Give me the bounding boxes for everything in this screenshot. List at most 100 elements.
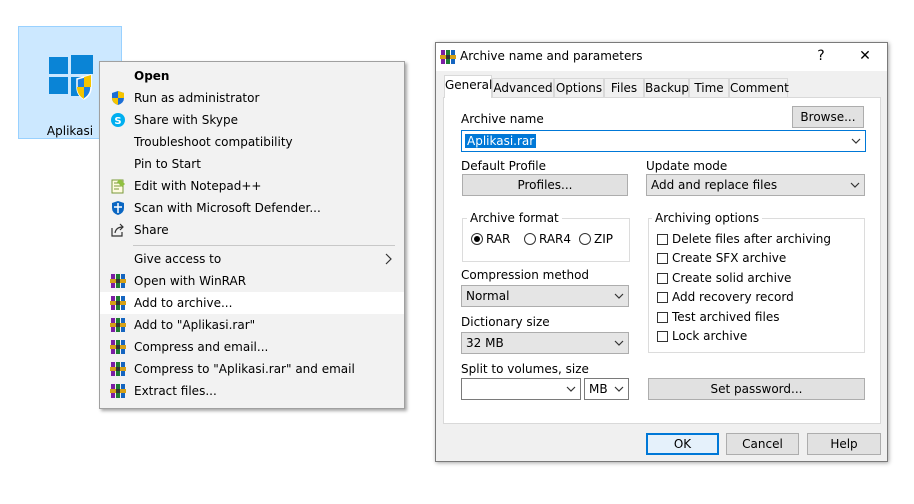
chevron-down-icon xyxy=(566,386,576,392)
split-volumes-label: Split to volumes, size xyxy=(461,362,589,376)
menu-item-edit-with-notepad-plus-plus[interactable]: Edit with Notepad++ xyxy=(100,175,404,197)
dictionary-size-select[interactable]: 32 MB xyxy=(461,332,629,354)
format-zip-label: ZIP xyxy=(594,232,613,246)
format-rar4-radio[interactable] xyxy=(524,233,536,245)
menu-item-label: Add to "Aplikasi.rar" xyxy=(134,318,256,332)
lock-archive-label: Lock archive xyxy=(672,329,748,343)
menu-item-label: Troubleshoot compatibility xyxy=(134,135,293,149)
archive-name-combo[interactable]: Aplikasi.rar xyxy=(461,130,866,152)
dictionary-size-label: Dictionary size xyxy=(461,315,550,329)
default-profile-label: Default Profile xyxy=(461,159,546,173)
help-title-button[interactable]: ? xyxy=(810,46,832,66)
tab-backup[interactable]: Backup xyxy=(644,78,689,97)
menu-item-extract-files[interactable]: Extract files... xyxy=(100,380,404,402)
format-rar4-label: RAR4 xyxy=(539,232,572,246)
compression-method-label: Compression method xyxy=(461,268,590,282)
menu-item-label: Compress to "Aplikasi.rar" and email xyxy=(134,362,355,376)
winrar-icon xyxy=(110,274,126,288)
archiving-options-label: Archiving options xyxy=(652,211,763,225)
defender-icon xyxy=(112,201,124,215)
menu-item-label: Edit with Notepad++ xyxy=(134,179,262,193)
compression-method-select[interactable]: Normal xyxy=(461,285,629,307)
menu-item-label: Scan with Microsoft Defender... xyxy=(134,201,321,215)
menu-item-give-access-to[interactable]: Give access to xyxy=(100,248,404,270)
recovery-record-checkbox[interactable] xyxy=(657,292,668,303)
cancel-button[interactable]: Cancel xyxy=(726,433,799,455)
tab-time[interactable]: Time xyxy=(689,78,729,97)
menu-item-add-to-aplikasi-rar[interactable]: Add to "Aplikasi.rar" xyxy=(100,314,404,336)
split-volumes-size-combo[interactable] xyxy=(461,378,581,400)
help-button[interactable]: Help xyxy=(807,433,881,455)
winrar-icon xyxy=(110,318,126,332)
menu-item-scan-with-defender[interactable]: Scan with Microsoft Defender... xyxy=(100,197,404,219)
menu-item-open-with-winrar[interactable]: Open with WinRAR xyxy=(100,270,404,292)
lock-archive-checkbox[interactable] xyxy=(657,331,668,342)
menu-item-share[interactable]: Share xyxy=(100,219,404,241)
tab-options[interactable]: Options xyxy=(554,78,604,97)
delete-files-checkbox[interactable] xyxy=(657,234,668,245)
archive-name-label: Archive name xyxy=(461,112,544,126)
menu-item-compress-and-email[interactable]: Compress and email... xyxy=(100,336,404,358)
notepad-plus-plus-icon xyxy=(111,179,125,194)
menu-item-troubleshoot-compatibility[interactable]: Troubleshoot compatibility xyxy=(100,131,404,153)
menu-item-run-as-administrator[interactable]: Run as administrator xyxy=(100,87,404,109)
menu-item-pin-to-start[interactable]: Pin to Start xyxy=(100,153,404,175)
test-files-label: Test archived files xyxy=(672,310,780,324)
menu-item-label: Compress and email... xyxy=(134,340,269,354)
winrar-icon xyxy=(110,340,126,354)
chevron-down-icon xyxy=(614,340,624,346)
compression-method-value: Normal xyxy=(466,289,510,303)
create-solid-checkbox[interactable] xyxy=(657,273,668,284)
archive-format-label: Archive format xyxy=(467,211,562,225)
tab-files[interactable]: Files xyxy=(604,78,644,97)
winrar-icon xyxy=(110,362,126,376)
menu-item-label: Run as administrator xyxy=(134,91,260,105)
context-menu: Open Run as administrator S Share with S… xyxy=(99,61,405,409)
winrar-icon xyxy=(440,50,456,64)
split-unit-value: MB xyxy=(589,382,608,396)
uac-shield-icon xyxy=(112,91,124,105)
test-files-checkbox[interactable] xyxy=(657,312,668,323)
dialog-title: Archive name and parameters xyxy=(460,49,643,63)
format-rar-label: RAR xyxy=(486,232,511,246)
chevron-down-icon xyxy=(614,293,624,299)
menu-item-label: Share xyxy=(134,223,169,237)
delete-files-label: Delete files after archiving xyxy=(672,232,832,246)
update-mode-select[interactable]: Add and replace files xyxy=(646,174,865,196)
windows-shield-icon xyxy=(49,55,93,100)
set-password-button[interactable]: Set password... xyxy=(648,378,865,400)
menu-item-add-to-archive[interactable]: Add to archive... xyxy=(100,292,404,314)
create-sfx-label: Create SFX archive xyxy=(672,251,787,265)
update-mode-value: Add and replace files xyxy=(651,178,778,192)
recovery-record-label: Add recovery record xyxy=(672,290,794,304)
tab-general[interactable]: General xyxy=(444,75,492,98)
menu-item-label: Add to archive... xyxy=(134,296,233,310)
archive-name-value: Aplikasi.rar xyxy=(465,134,537,148)
tab-advanced[interactable]: Advanced xyxy=(492,78,554,97)
menu-item-label: Pin to Start xyxy=(134,157,201,171)
chevron-down-icon xyxy=(850,182,860,188)
menu-item-compress-to-aplikasi-rar-and-email[interactable]: Compress to "Aplikasi.rar" and email xyxy=(100,358,404,380)
winrar-icon xyxy=(110,296,126,310)
create-solid-label: Create solid archive xyxy=(672,271,792,285)
format-rar-radio[interactable] xyxy=(471,233,483,245)
split-unit-select[interactable]: MB xyxy=(584,378,629,400)
browse-button[interactable]: Browse... xyxy=(792,106,864,128)
format-zip-radio[interactable] xyxy=(579,233,591,245)
menu-item-open[interactable]: Open xyxy=(100,65,404,87)
svg-text:S: S xyxy=(114,116,121,127)
menu-item-label: Open with WinRAR xyxy=(134,274,247,288)
profiles-button[interactable]: Profiles... xyxy=(462,174,628,196)
ok-button[interactable]: OK xyxy=(646,433,719,455)
dialog-titlebar[interactable]: Archive name and parameters ? ✕ xyxy=(436,43,887,71)
winrar-icon xyxy=(110,384,126,398)
chevron-down-icon xyxy=(851,138,861,144)
archive-dialog: Archive name and parameters ? ✕ General … xyxy=(435,42,888,462)
close-button[interactable]: ✕ xyxy=(854,46,876,66)
share-icon xyxy=(111,223,124,237)
create-sfx-checkbox[interactable] xyxy=(657,253,668,264)
menu-item-label: Give access to xyxy=(134,252,222,266)
menu-item-share-with-skype[interactable]: S Share with Skype xyxy=(100,109,404,131)
menu-separator xyxy=(133,245,395,246)
tab-comment[interactable]: Comment xyxy=(729,78,789,97)
